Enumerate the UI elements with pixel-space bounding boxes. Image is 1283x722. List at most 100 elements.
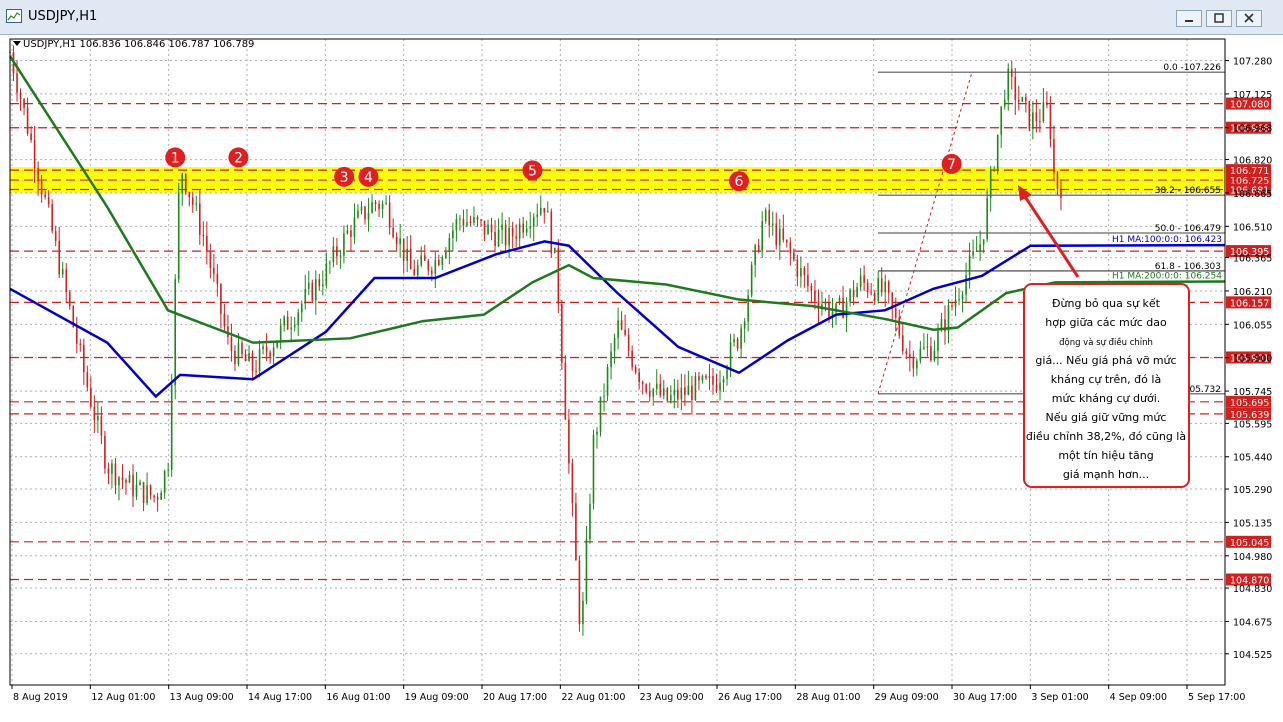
candle-body — [838, 297, 841, 304]
price-chart[interactable]: 107.080106.968106.771106.725106.681106.3… — [0, 35, 1283, 718]
candle-body — [761, 221, 764, 252]
candle-body — [480, 219, 482, 221]
candle-body — [128, 474, 131, 483]
candle-body — [659, 383, 662, 396]
candle-body — [483, 220, 486, 235]
candle-body — [469, 222, 472, 224]
candle-body — [167, 469, 169, 471]
candle-body — [438, 259, 440, 266]
candle-body — [104, 435, 106, 469]
candle-body — [364, 206, 366, 220]
candle-body — [111, 463, 113, 474]
annotation-line: động và sự điều chỉnh — [1059, 337, 1153, 348]
candle-body — [293, 325, 296, 328]
candle-body — [796, 259, 799, 277]
candle-body — [501, 224, 503, 230]
candle-body — [986, 197, 988, 240]
candle-body — [522, 223, 524, 233]
candle-body — [51, 204, 53, 232]
candle-body — [979, 244, 981, 251]
candle-body — [691, 385, 693, 401]
y-tick-label: 105.440 — [1233, 453, 1272, 464]
annotation-line: mức kháng cự dưới. — [1052, 392, 1161, 405]
candle-body — [641, 382, 644, 385]
candle-body — [86, 372, 89, 388]
candle-body — [743, 321, 746, 329]
candle-body — [807, 274, 809, 286]
candle-body — [490, 224, 493, 232]
candle-body — [680, 387, 683, 400]
candle-body — [575, 503, 577, 561]
candle-body — [863, 275, 865, 283]
candle-body — [933, 350, 936, 361]
candle-body — [578, 560, 581, 625]
candle-body — [234, 350, 236, 365]
candle-body — [993, 169, 995, 171]
candle-body — [33, 140, 36, 169]
maximize-button[interactable] — [1206, 10, 1232, 27]
candle-body — [930, 346, 932, 361]
candle-body — [156, 497, 159, 500]
candle-body — [596, 431, 598, 435]
candle-body — [279, 325, 282, 341]
candle-body — [448, 238, 451, 253]
candle-body — [880, 278, 883, 293]
candle-body — [125, 480, 127, 483]
candle-body — [1042, 102, 1045, 122]
candle-body — [1039, 121, 1041, 123]
y-tick-label: 107.280 — [1233, 57, 1272, 68]
candle-body — [670, 395, 672, 401]
candle-body — [160, 492, 162, 500]
candle-body — [325, 263, 328, 285]
candle-body — [1014, 76, 1017, 101]
candle-body — [937, 330, 939, 351]
candle-body — [968, 255, 971, 276]
candle-body — [589, 503, 591, 540]
candle-body — [532, 216, 535, 227]
candle-body — [395, 237, 398, 245]
candle-body — [620, 320, 623, 330]
candle-body — [673, 389, 676, 396]
candle-body — [1000, 106, 1003, 135]
close-button[interactable] — [1236, 10, 1262, 27]
candle-body — [786, 239, 788, 243]
candle-body — [416, 265, 419, 276]
candle-body — [406, 248, 408, 261]
candle-body — [466, 222, 468, 226]
y-tick-label: 104.525 — [1233, 650, 1272, 661]
candle-body — [163, 470, 166, 493]
candle-body — [142, 482, 145, 504]
candle-body — [399, 238, 401, 245]
candle-body — [343, 233, 345, 256]
candle-body — [775, 223, 778, 246]
candle-body — [367, 212, 370, 220]
candle-body — [698, 376, 700, 381]
marker-number: 3 — [340, 170, 349, 186]
candle-body — [107, 468, 110, 474]
candle-body — [40, 181, 43, 195]
candle-body — [996, 134, 999, 170]
candle-body — [768, 210, 771, 226]
annotation-line: Đừng bỏ qua sự kết — [1052, 297, 1161, 310]
candle-body — [297, 312, 300, 326]
candle-body — [1010, 68, 1013, 77]
candle-body — [16, 73, 18, 93]
candle-body — [662, 388, 665, 396]
y-tick-label: 107.125 — [1233, 90, 1272, 101]
candle-body — [916, 360, 918, 369]
minimize-button[interactable] — [1176, 10, 1202, 27]
candle-body — [810, 285, 813, 291]
chart-area[interactable]: 107.080 106.968 106.771 106.725 106.681 106.3… — [0, 35, 1283, 718]
candle-body — [631, 350, 633, 367]
marker-number: 7 — [947, 157, 956, 173]
minimize-icon — [1185, 20, 1193, 22]
x-tick-label: 14 Aug 17:00 — [248, 692, 312, 703]
candle-body — [307, 282, 310, 290]
candle-body — [958, 299, 960, 301]
candle-body — [353, 217, 356, 237]
candle-body — [75, 327, 78, 344]
marker-number: 2 — [234, 150, 243, 166]
candle-body — [413, 269, 416, 276]
candle-body — [473, 216, 475, 223]
candle-body — [23, 99, 25, 108]
